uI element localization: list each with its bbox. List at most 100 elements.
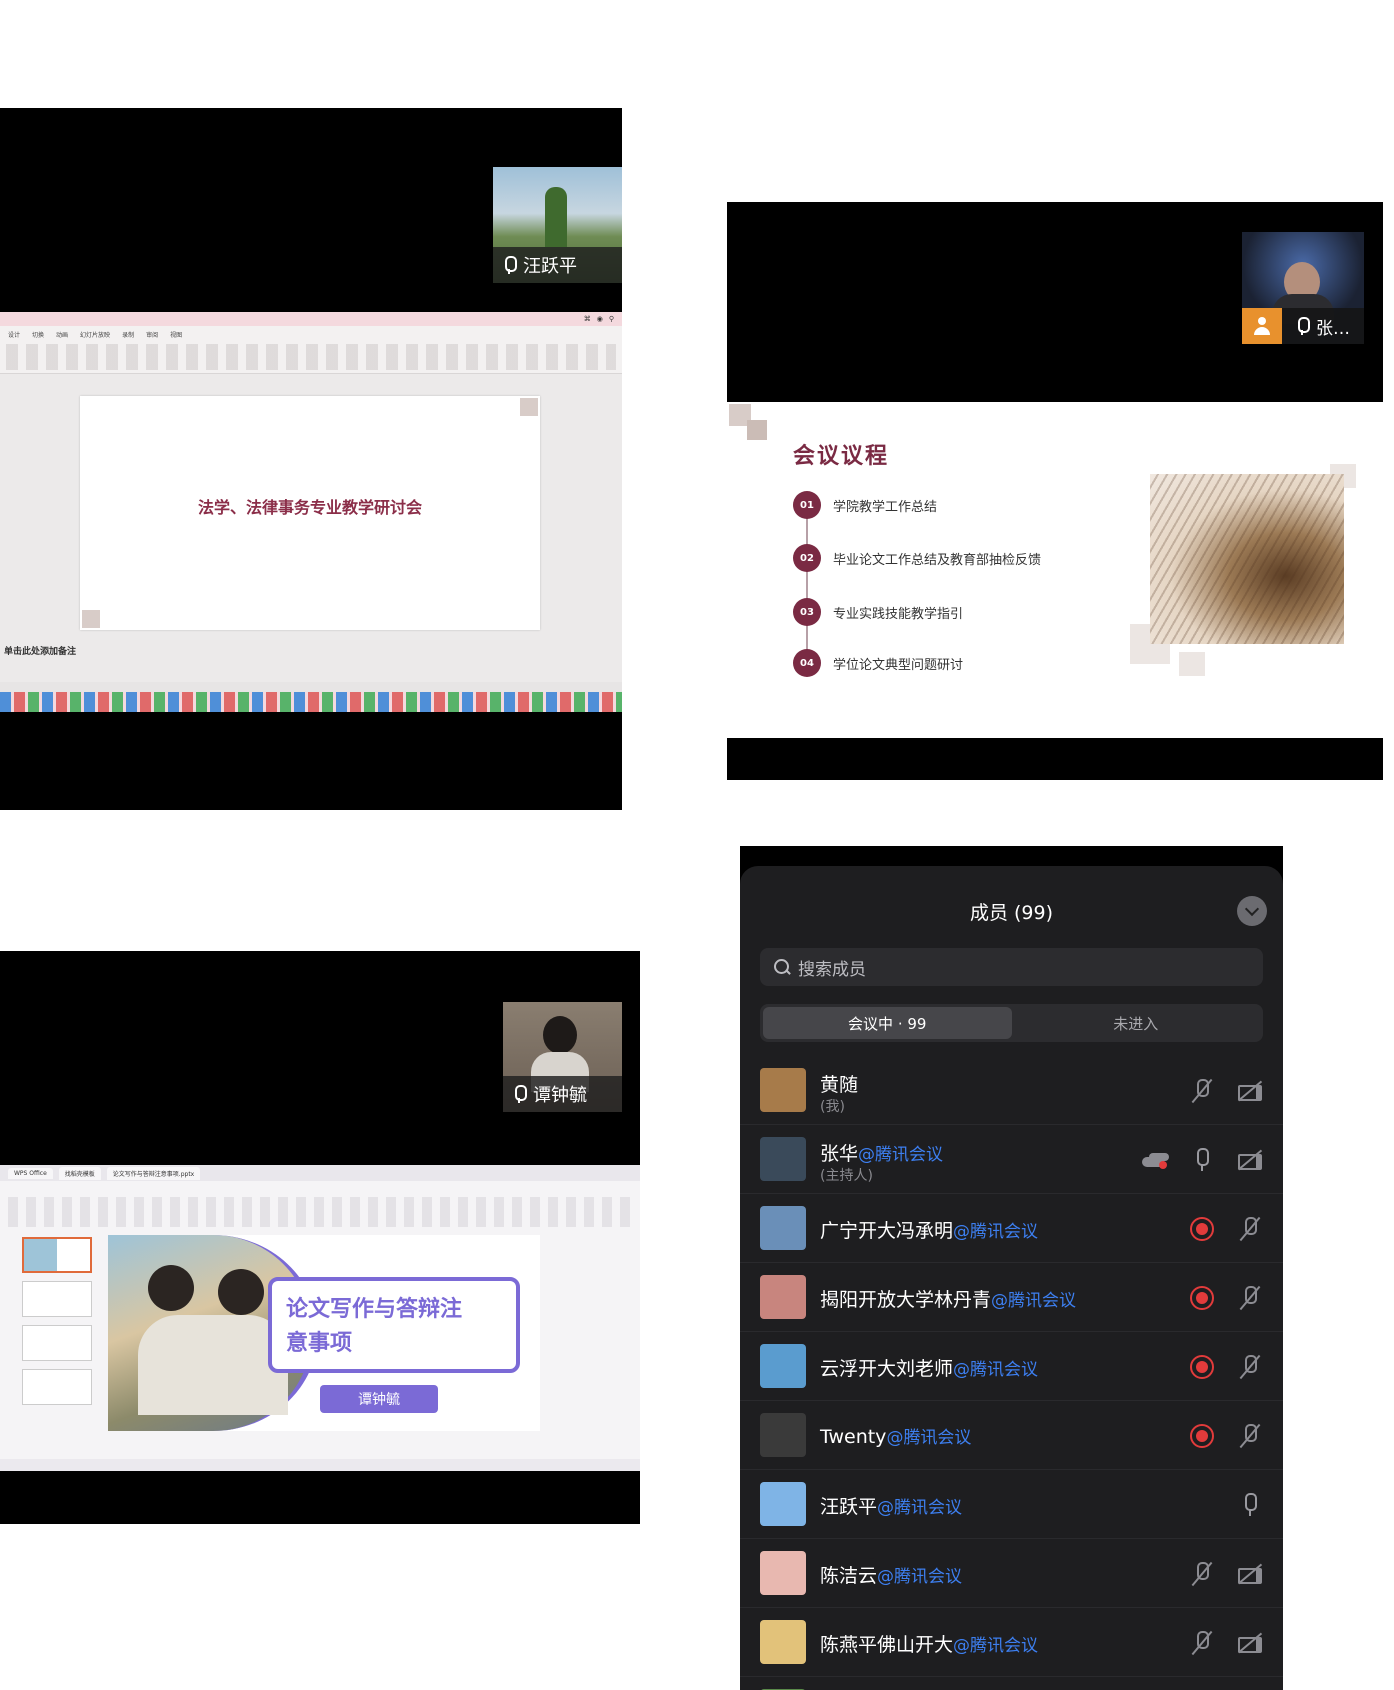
recording-icon[interactable] [1189, 1354, 1215, 1380]
slide-thumbnail[interactable] [22, 1281, 92, 1317]
members-screen: 成员 (99) 搜索成员 会议中 · 99 未进入 黄随 (我) 张华@腾讯会议 (主… [740, 846, 1283, 1690]
wps-menu [0, 1181, 640, 1195]
chevron-down-icon [1244, 901, 1260, 917]
member-row[interactable]: 陈洁云@腾讯会议 [740, 1539, 1283, 1608]
member-row[interactable]: 汪跃平@腾讯会议 [740, 1470, 1283, 1539]
recording-icon[interactable] [1189, 1285, 1215, 1311]
member-org-tag: @腾讯会议 [877, 1498, 963, 1518]
member-row[interactable]: 黄随 (我) [740, 1056, 1283, 1125]
agenda-text: 学位论文典型问题研讨 [833, 657, 964, 673]
mic-off-icon[interactable] [1237, 1423, 1263, 1449]
status-bar [0, 1459, 640, 1471]
agenda-title: 会议议程 [793, 444, 890, 469]
wps-window: WPS Office 找稻壳模板 论文写作与答辩注意事项.pptx 论文写作与答… [0, 1165, 640, 1471]
mic-off-icon[interactable] [1189, 1078, 1215, 1104]
member-search[interactable]: 搜索成员 [760, 948, 1263, 986]
member-status-icons [1189, 1561, 1263, 1587]
mic-off-icon[interactable] [1237, 1216, 1263, 1242]
member-org-tag: @腾讯会议 [991, 1291, 1077, 1311]
recording-icon[interactable] [1189, 1216, 1215, 1242]
tab-document[interactable]: 论文写作与答辩注意事项.pptx [106, 1166, 201, 1180]
avatar [760, 1482, 806, 1526]
timeline-line [806, 504, 808, 668]
member-row[interactable]: 陈靖福肇庆开放大学@腾讯会议 [740, 1677, 1283, 1690]
avatar [760, 1551, 806, 1595]
mic-icon[interactable] [1189, 1147, 1215, 1173]
member-name: 黄随 [820, 1070, 858, 1097]
notes-placeholder[interactable]: 单击此处添加备注 [4, 644, 76, 657]
decoration [520, 398, 538, 416]
tab-templates[interactable]: 找稻壳模板 [58, 1166, 101, 1180]
search-icon [774, 959, 790, 975]
avatar [760, 1206, 806, 1250]
tab-not-joined[interactable]: 未进入 [1012, 1007, 1261, 1039]
member-name-text: 揭阳开放大学林丹青 [820, 1289, 992, 1311]
participant-video-pip[interactable]: 张… [1242, 232, 1364, 344]
agenda-item: 01 学院教学工作总结 [793, 490, 937, 520]
slide-title-line: 意事项 [286, 1331, 353, 1356]
slide-thumbnail[interactable] [22, 1237, 92, 1273]
avatar [760, 1137, 806, 1181]
member-row[interactable]: 云浮开大刘老师@腾讯会议 [740, 1332, 1283, 1401]
agenda-item: 02 毕业论文工作总结及教育部抽检反馈 [793, 543, 1041, 573]
member-org-tag: @腾讯会议 [953, 1360, 1039, 1380]
mac-dock[interactable] [0, 692, 622, 712]
member-row[interactable]: 广宁开大冯承明@腾讯会议 [740, 1194, 1283, 1263]
mic-off-icon[interactable] [1189, 1561, 1215, 1587]
participant-name: 谭钟毓 [533, 1085, 587, 1106]
member-status-icons [1189, 1354, 1263, 1380]
collapse-button[interactable] [1237, 896, 1267, 926]
camera-off-icon[interactable] [1237, 1078, 1263, 1104]
shared-desktop: ⌘ ◉ ⚲ 设计 切换 动画 幻灯片放映 录制 审阅 视图 法学、法律事务专业教学研讨会 单击此… [0, 312, 622, 712]
mic-icon[interactable] [1237, 1492, 1263, 1518]
slide-title-box: 论文写作与答辩注 意事项 [268, 1277, 520, 1373]
participant-video-pip[interactable]: 谭钟毓 [503, 1002, 622, 1112]
member-row[interactable]: 揭阳开放大学林丹青@腾讯会议 [740, 1263, 1283, 1332]
status-bar [0, 682, 622, 692]
member-row[interactable]: Twenty@腾讯会议 [740, 1401, 1283, 1470]
mic-off-icon[interactable] [1237, 1354, 1263, 1380]
slide-canvas[interactable]: 论文写作与答辩注 意事项 谭钟毓 [108, 1235, 540, 1431]
tab-wps-office[interactable]: WPS Office [8, 1167, 53, 1179]
member-role: (我) [820, 1099, 845, 1115]
avatar [760, 1620, 806, 1664]
mic-off-icon[interactable] [1237, 1285, 1263, 1311]
mic-icon [513, 1085, 527, 1103]
agenda-number: 03 [793, 598, 821, 626]
member-name: 汪跃平@腾讯会议 [820, 1492, 962, 1519]
member-name: 揭阳开放大学林丹青@腾讯会议 [820, 1285, 1076, 1312]
pip-name-label: 汪跃平 [493, 247, 622, 283]
agenda-text: 专业实践技能教学指引 [833, 606, 964, 622]
member-row[interactable]: 张华@腾讯会议 (主持人) [740, 1125, 1283, 1194]
mic-off-icon[interactable] [1189, 1630, 1215, 1656]
participant-video-pip[interactable]: 汪跃平 [493, 167, 622, 283]
decoration [1179, 652, 1205, 676]
slide-thumbnail[interactable] [22, 1325, 92, 1361]
member-org-tag: @腾讯会议 [877, 1567, 963, 1587]
member-status-icons [1189, 1216, 1263, 1242]
slide-canvas[interactable]: 法学、法律事务专业教学研讨会 [80, 396, 540, 630]
wps-toolbar[interactable] [8, 1197, 630, 1227]
agenda-number: 02 [793, 544, 821, 572]
participant-name: 汪跃平 [523, 256, 577, 277]
tab-in-meeting[interactable]: 会议中 · 99 [763, 1007, 1012, 1039]
camera-off-icon[interactable] [1237, 1561, 1263, 1587]
member-status-icons [1237, 1492, 1263, 1518]
member-name: 张华@腾讯会议 [820, 1139, 943, 1166]
cloud-record-icon[interactable] [1141, 1147, 1167, 1173]
camera-off-icon[interactable] [1237, 1147, 1263, 1173]
agenda-number: 04 [793, 649, 821, 677]
member-name-text: 云浮开大刘老师 [820, 1358, 954, 1380]
book-photo [1150, 474, 1344, 644]
camera-off-icon[interactable] [1237, 1630, 1263, 1656]
member-row[interactable]: 陈燕平佛山开大@腾讯会议 [740, 1608, 1283, 1677]
search-placeholder: 搜索成员 [798, 959, 866, 980]
slide-thumbnails [10, 1237, 96, 1437]
decoration [82, 610, 100, 628]
avatar [760, 1275, 806, 1319]
member-status-icons [1189, 1078, 1263, 1104]
slide-thumbnail[interactable] [22, 1369, 92, 1405]
agenda-item: 03 专业实践技能教学指引 [793, 597, 963, 627]
members-title: 成员 (99) [969, 902, 1054, 924]
recording-icon[interactable] [1189, 1423, 1215, 1449]
